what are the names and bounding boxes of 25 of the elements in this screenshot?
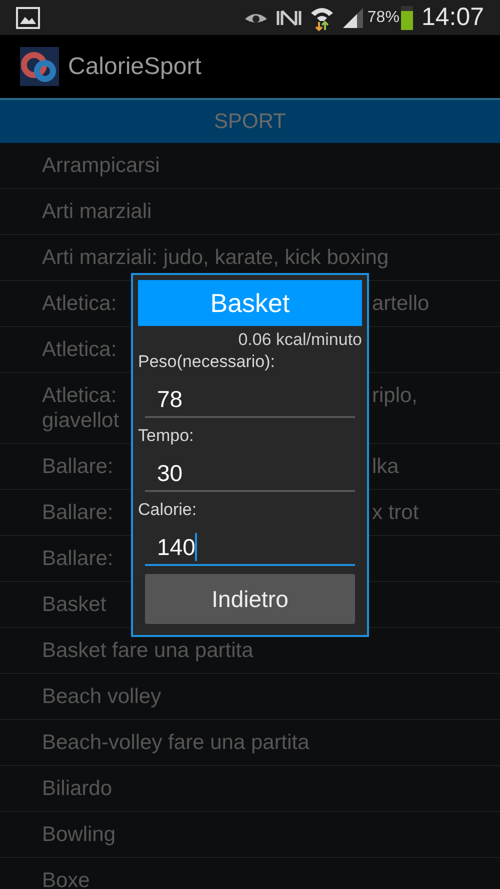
signal-icon	[342, 6, 364, 28]
app-logo-icon	[20, 47, 59, 86]
section-header: SPORT	[0, 98, 500, 143]
app-title: CalorieSport	[68, 52, 202, 82]
dialog-title: Basket	[138, 280, 362, 326]
field-label: Peso(necessario):	[138, 352, 276, 372]
list-item[interactable]: Beach-volley fare una partita	[0, 720, 500, 766]
input-field[interactable]: 30	[145, 452, 355, 492]
list-item[interactable]: Biliardo	[0, 766, 500, 812]
input-field[interactable]: 78	[145, 378, 355, 418]
list-item[interactable]: Bowling	[0, 812, 500, 858]
back-button[interactable]: Indietro	[145, 574, 355, 624]
input-field[interactable]: 140	[145, 526, 355, 566]
text-cursor	[195, 533, 198, 561]
battery-percentage: 78%	[367, 8, 400, 28]
list-item[interactable]: Beach volley	[0, 674, 500, 720]
field-label: Tempo:	[138, 426, 195, 446]
list-item[interactable]: Boxe	[0, 858, 500, 889]
clock: 14:07	[421, 2, 484, 33]
battery-icon	[401, 6, 414, 30]
picture-icon	[16, 6, 40, 28]
list-item[interactable]: Arti marziali	[0, 189, 500, 235]
list-item[interactable]: Arrampicarsi	[0, 143, 500, 189]
field-label: Calorie:	[138, 500, 198, 520]
rate-text: 0.06 kcal/minuto	[237, 330, 362, 350]
